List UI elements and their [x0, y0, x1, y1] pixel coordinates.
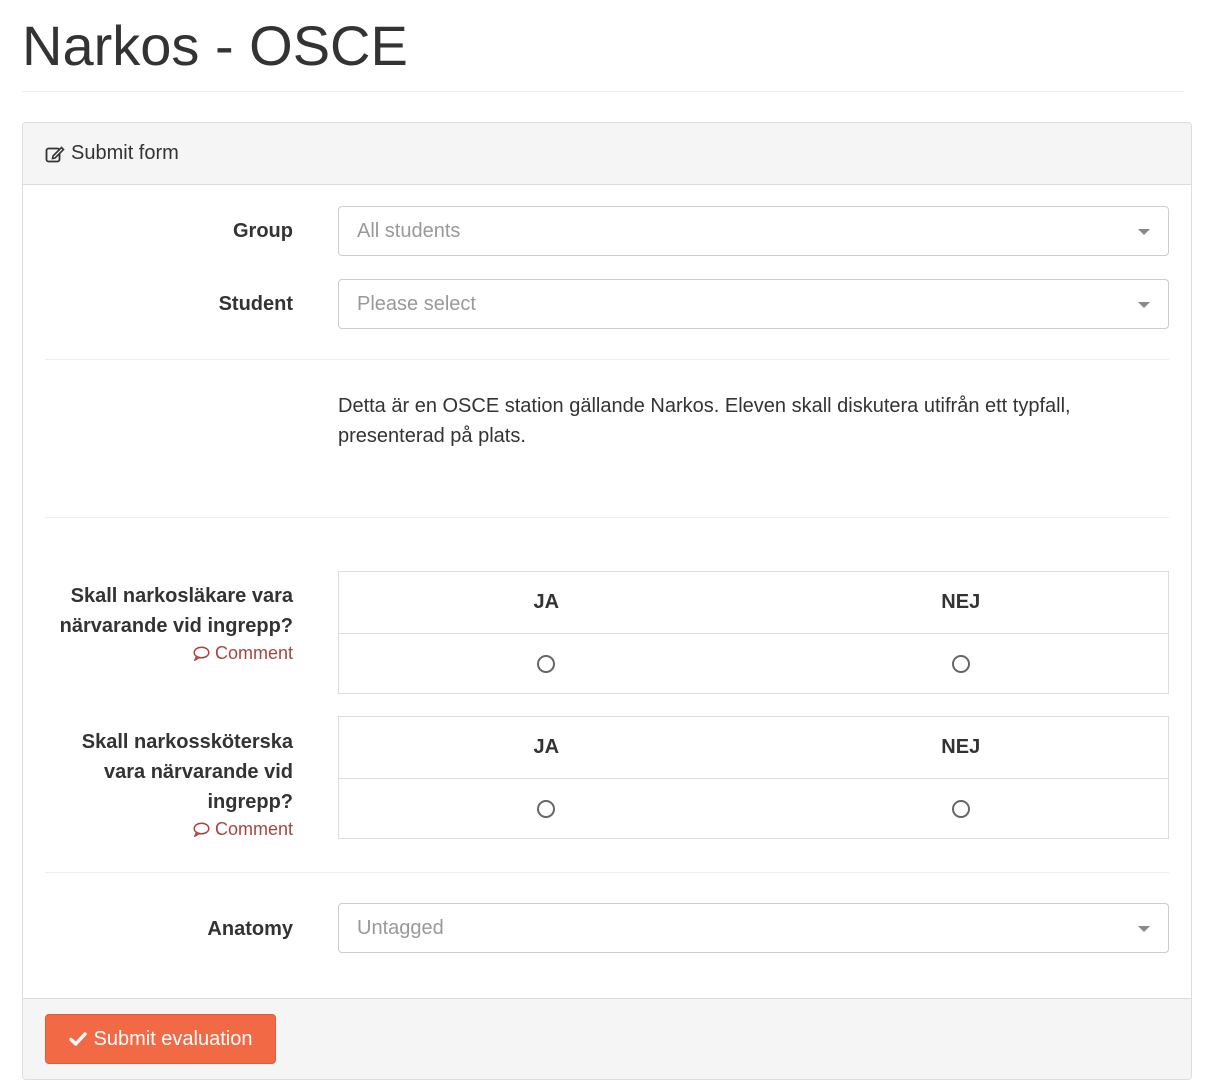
divider [45, 517, 1169, 518]
question-2-comment-link[interactable]: Comment [193, 817, 293, 841]
comment-icon [193, 645, 210, 661]
chevron-down-icon [1138, 229, 1150, 235]
group-label: Group [233, 220, 293, 242]
option-nej-header: NEJ [941, 591, 981, 613]
panel-heading: Submit form [23, 123, 1191, 185]
group-select[interactable]: All students [338, 206, 1169, 256]
question-2-radio-ja[interactable] [537, 800, 556, 818]
option-ja-header: JA [533, 736, 560, 758]
options-header-row: JA NEJ [339, 572, 1168, 633]
chevron-down-icon [1138, 302, 1150, 308]
page: Narkos - OSCE [0, 0, 1206, 92]
panel-heading-label: Submit form [71, 142, 179, 164]
options-radio-row [339, 778, 1168, 839]
edit-icon [45, 145, 65, 162]
option-ja-header: JA [533, 591, 560, 613]
question-1-comment-link[interactable]: Comment [193, 641, 293, 665]
page-title: Narkos - OSCE [22, 0, 1184, 92]
question-2-options: JA NEJ [338, 716, 1169, 839]
option-nej-header: NEJ [941, 736, 981, 758]
question-1-radio-nej[interactable] [951, 655, 970, 673]
anatomy-select[interactable]: Untagged [338, 903, 1169, 953]
panel-footer: Submit evaluation [23, 998, 1191, 1079]
question-2-radio-nej[interactable] [951, 800, 970, 818]
divider [45, 359, 1169, 360]
chevron-down-icon [1138, 926, 1150, 932]
options-header-row: JA NEJ [339, 717, 1168, 778]
checkmark-icon [68, 1032, 87, 1046]
question-1-text: Skall narkosläkare vara närvarande vid i… [59, 585, 293, 637]
question-2-text: Skall narkossköterska vara närvarande vi… [81, 731, 293, 813]
options-radio-row [339, 633, 1168, 694]
anatomy-label: Anatomy [207, 918, 293, 940]
submit-evaluation-button[interactable]: Submit evaluation [45, 1014, 276, 1064]
student-select-placeholder: Please select [357, 292, 476, 315]
student-select[interactable]: Please select [338, 279, 1169, 329]
comment-icon [193, 821, 210, 837]
student-label: Student [218, 293, 293, 315]
question-1-label: Skall narkosläkare vara närvarande vid i… [23, 581, 293, 667]
question-1-radio-ja[interactable] [537, 655, 556, 673]
station-description: Detta är en OSCE station gällande Narkos… [338, 395, 1071, 447]
question-1-options: JA NEJ [338, 571, 1169, 694]
question-2-label: Skall narkossköterska vara närvarande vi… [43, 727, 293, 843]
divider [45, 872, 1169, 873]
group-select-value: All students [357, 219, 461, 242]
evaluation-panel: Submit form Group All students Student P… [22, 122, 1192, 1080]
anatomy-select-value: Untagged [357, 916, 444, 939]
